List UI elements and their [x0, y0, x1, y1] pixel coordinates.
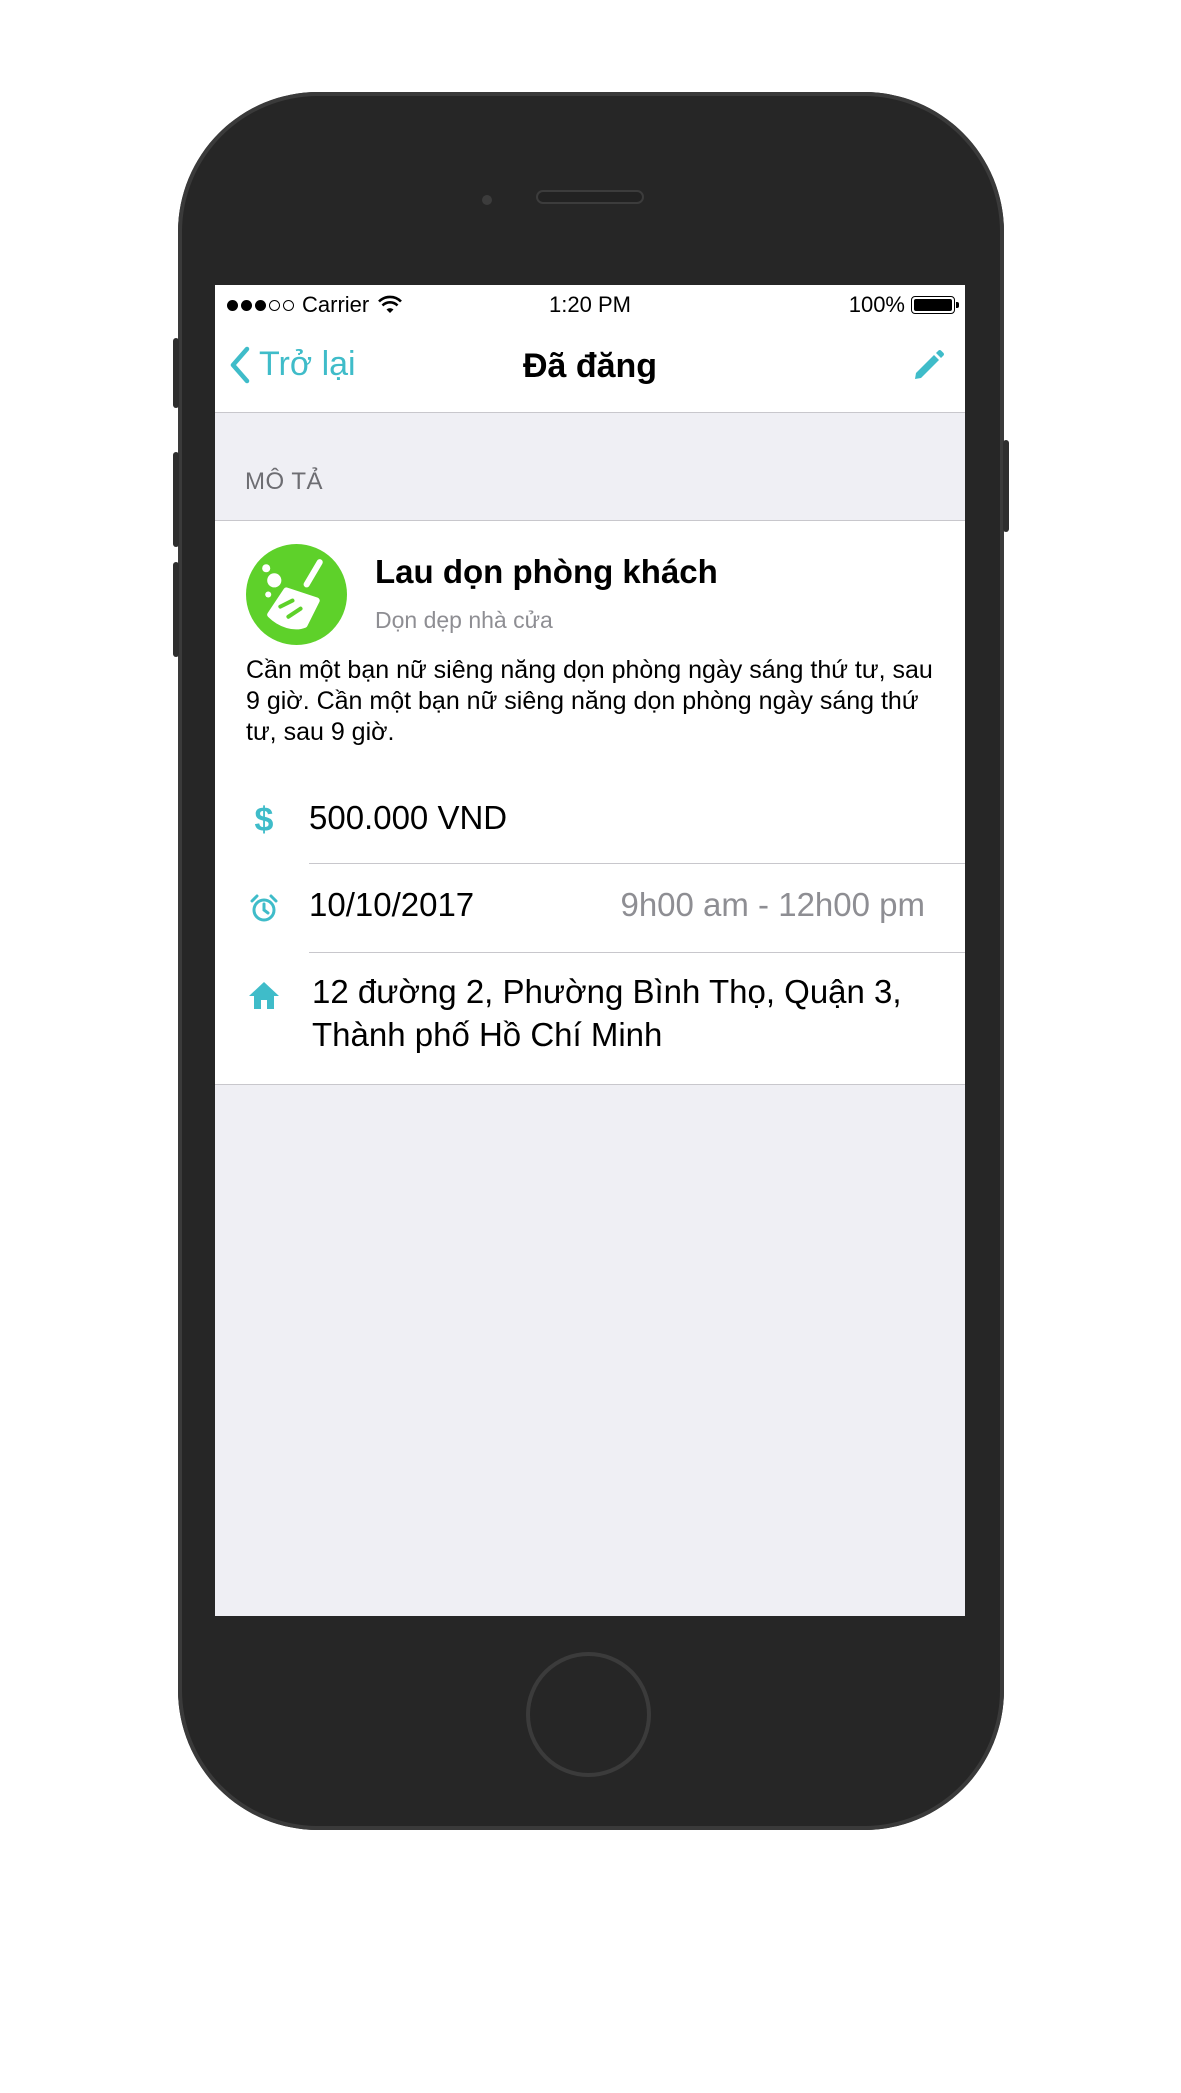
time-range: 9h00 am - 12h00 pm	[620, 886, 925, 923]
battery-percent: 100%	[848, 292, 905, 317]
svg-text:$: $	[255, 803, 274, 835]
home-button[interactable]	[526, 1652, 651, 1777]
job-description: Cần một bạn nữ siêng năng dọn phòng ngày…	[246, 656, 933, 746]
job-category: Dọn dẹp nhà cửa	[375, 607, 553, 633]
address-line-2: Thành phố Hồ Chí Minh	[312, 1016, 663, 1053]
job-title: Lau dọn phòng khách	[375, 553, 718, 590]
canvas: Carrier 1:20 PM 100% Trở lại Đã đăng MÔ …	[0, 0, 1181, 2093]
battery-icon	[911, 296, 959, 314]
status-right: 100%	[848, 292, 959, 318]
section-header: MÔ TẢ	[245, 468, 324, 495]
mute-switch	[173, 338, 179, 408]
broom-icon	[246, 544, 347, 645]
dollar-icon: $	[255, 803, 274, 835]
price-row: $ 500.000 VND	[215, 777, 965, 863]
front-camera	[482, 195, 492, 205]
job-details: $ 500.000 VND 10/10/2017 9h00 am - 12h00…	[215, 777, 965, 1085]
power-button	[1003, 440, 1009, 532]
price-value: 500.000 VND	[309, 799, 508, 836]
address-row: 12 đường 2, Phường Bình Thọ, Quận 3, Thà…	[215, 953, 965, 1083]
address-line-1: 12 đường 2, Phường Bình Thọ, Quận 3,	[312, 973, 902, 1010]
earpiece-speaker	[536, 190, 644, 204]
alarm-clock-icon	[250, 894, 278, 922]
date-value: 10/10/2017	[309, 886, 475, 923]
edit-button[interactable]	[911, 347, 947, 383]
volume-up-button	[173, 452, 179, 547]
home-icon	[249, 982, 279, 1009]
job-card: Lau dọn phòng khách Dọn dẹp nhà cửa Cần …	[215, 520, 965, 778]
volume-down-button	[173, 562, 179, 657]
page-title: Đã đăng	[522, 347, 658, 385]
navigation-bar: Trở lại Đã đăng	[215, 325, 965, 413]
date-row: 10/10/2017 9h00 am - 12h00 pm	[215, 864, 965, 952]
pencil-icon	[915, 350, 944, 379]
status-bar: Carrier 1:20 PM 100%	[215, 285, 965, 325]
screen: Carrier 1:20 PM 100% Trở lại Đã đăng MÔ …	[215, 285, 965, 1616]
